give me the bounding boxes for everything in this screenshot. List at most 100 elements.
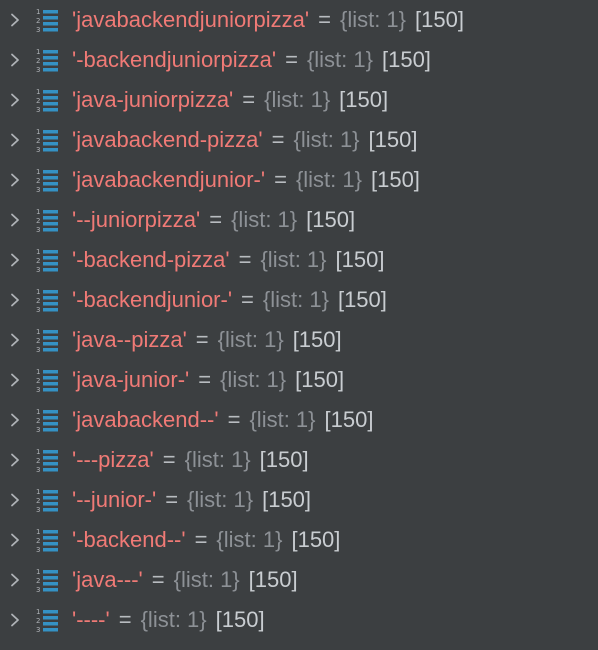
variable-row[interactable]: 123 'javabackendjuniorpizza' = {list: 1}…	[0, 0, 598, 40]
variable-row[interactable]: 123 'java--pizza' = {list: 1} [150]	[0, 320, 598, 360]
variable-key: 'javabackend--'	[72, 407, 219, 432]
chevron-right-icon[interactable]	[0, 200, 30, 240]
variable-row[interactable]: 123 'javabackend--' = {list: 1} [150]	[0, 400, 598, 440]
variable-row[interactable]: 123 '-backend-pizza' = {list: 1} [150]	[0, 240, 598, 280]
variable-type-info: {list: 1}	[173, 567, 240, 592]
list-icon: 123	[33, 85, 63, 115]
variable-value: [150]	[292, 327, 342, 352]
svg-text:3: 3	[36, 266, 40, 274]
svg-text:3: 3	[36, 506, 40, 514]
variable-key: 'java---'	[72, 567, 143, 592]
list-icon-partial	[36, 644, 62, 650]
svg-text:1: 1	[36, 608, 40, 616]
svg-text:1: 1	[36, 248, 40, 256]
variable-type-info: {list: 1}	[184, 447, 251, 472]
variable-value: [150]	[295, 367, 345, 392]
svg-text:2: 2	[36, 417, 40, 425]
variable-value: [150]	[215, 607, 265, 632]
svg-text:2: 2	[36, 337, 40, 345]
chevron-right-icon[interactable]	[0, 560, 30, 600]
chevron-right-icon[interactable]	[0, 400, 30, 440]
variable-key: '--juniorpizza'	[72, 207, 201, 232]
svg-text:1: 1	[36, 288, 40, 296]
svg-text:3: 3	[36, 466, 40, 474]
svg-text:2: 2	[36, 577, 40, 585]
equals-sign: =	[198, 367, 212, 392]
chevron-right-icon[interactable]	[0, 320, 30, 360]
svg-text:1: 1	[36, 328, 40, 336]
list-icon: 123	[33, 5, 63, 35]
list-icon: 123	[33, 405, 63, 435]
list-icon: 123	[33, 365, 63, 395]
variable-key: 'javabackendjunior-'	[72, 167, 266, 192]
variable-type-info: {list: 1}	[306, 47, 373, 72]
variable-row[interactable]: 123 'java---' = {list: 1} [150]	[0, 560, 598, 600]
equals-sign: =	[285, 47, 298, 72]
list-icon: 123	[33, 165, 63, 195]
svg-text:3: 3	[36, 106, 40, 114]
variable-row[interactable]: 123 '---pizza' = {list: 1} [150]	[0, 440, 598, 480]
equals-sign: =	[151, 567, 165, 592]
variable-row[interactable]: 123 'java-junior-' = {list: 1} [150]	[0, 360, 598, 400]
variable-row[interactable]: 123 '-backendjunior-' = {list: 1} [150]	[0, 280, 598, 320]
svg-text:1: 1	[36, 448, 40, 456]
chevron-right-icon[interactable]	[0, 520, 30, 560]
variable-row[interactable]: 123 'javabackendjunior-' = {list: 1} [15…	[0, 160, 598, 200]
variable-type-info: {list: 1}	[262, 287, 329, 312]
svg-text:3: 3	[36, 66, 40, 74]
svg-text:2: 2	[36, 377, 40, 385]
svg-text:3: 3	[36, 186, 40, 194]
chevron-right-icon[interactable]	[0, 480, 30, 520]
equals-sign: =	[274, 167, 287, 192]
equals-sign: =	[162, 447, 176, 472]
chevron-right-icon[interactable]	[0, 0, 30, 40]
chevron-right-icon[interactable]	[0, 280, 30, 320]
variable-row[interactable]: 123 'java-juniorpizza' = {list: 1} [150]	[0, 80, 598, 120]
svg-text:1: 1	[36, 128, 40, 136]
variable-row[interactable]: 123 '----' = {list: 1} [150]	[0, 600, 598, 640]
variable-row[interactable]: 123 'javabackend-pizza' = {list: 1} [150…	[0, 120, 598, 160]
svg-text:1: 1	[36, 8, 40, 16]
variable-value: [150]	[415, 7, 464, 32]
variable-key: '--junior-'	[72, 487, 157, 512]
equals-sign: =	[195, 327, 209, 352]
variable-type-info: {list: 1}	[260, 247, 327, 272]
chevron-right-icon[interactable]	[0, 360, 30, 400]
variable-value: [150]	[248, 567, 298, 592]
variable-key: '-backendjunior-'	[72, 287, 233, 312]
variable-type-info: {list: 1}	[295, 167, 362, 192]
variable-row[interactable]: 123 '-backendjuniorpizza' = {list: 1} [1…	[0, 40, 598, 80]
svg-text:3: 3	[36, 626, 40, 634]
chevron-right-icon[interactable]	[0, 160, 30, 200]
svg-text:2: 2	[36, 297, 40, 305]
variable-row[interactable]: 123 '-backend--' = {list: 1} [150]	[0, 520, 598, 560]
list-icon: 123	[33, 485, 63, 515]
variable-value: [150]	[335, 247, 385, 272]
svg-text:2: 2	[36, 257, 40, 265]
variable-value: [150]	[370, 167, 420, 192]
equals-sign: =	[118, 607, 132, 632]
chevron-right-icon[interactable]	[0, 120, 30, 160]
svg-text:2: 2	[36, 217, 40, 225]
variable-row[interactable]: 123 '--juniorpizza' = {list: 1} [150]	[0, 200, 598, 240]
variable-key: 'java-junior-'	[72, 367, 190, 392]
svg-text:3: 3	[36, 26, 40, 34]
variable-type-info: {list: 1}	[264, 87, 331, 112]
chevron-right-icon[interactable]	[0, 40, 30, 80]
variable-value: [150]	[259, 447, 309, 472]
chevron-right-icon[interactable]	[0, 240, 30, 280]
variable-row[interactable]: 123 '--junior-' = {list: 1} [150]	[0, 480, 598, 520]
svg-text:2: 2	[36, 97, 40, 105]
list-icon: 123	[33, 285, 63, 315]
svg-text:2: 2	[36, 457, 40, 465]
svg-text:2: 2	[36, 137, 40, 145]
equals-sign: =	[241, 287, 254, 312]
variable-key: 'javabackendjuniorpizza'	[72, 7, 310, 32]
chevron-right-icon[interactable]	[0, 80, 30, 120]
chevron-right-icon[interactable]	[0, 600, 30, 640]
variable-type-info: {list: 1}	[293, 127, 360, 152]
variables-tree: 123 'javabackendjuniorpizza' = {list: 1}…	[0, 0, 598, 650]
svg-text:3: 3	[36, 426, 40, 434]
svg-text:3: 3	[36, 346, 40, 354]
chevron-right-icon[interactable]	[0, 440, 30, 480]
